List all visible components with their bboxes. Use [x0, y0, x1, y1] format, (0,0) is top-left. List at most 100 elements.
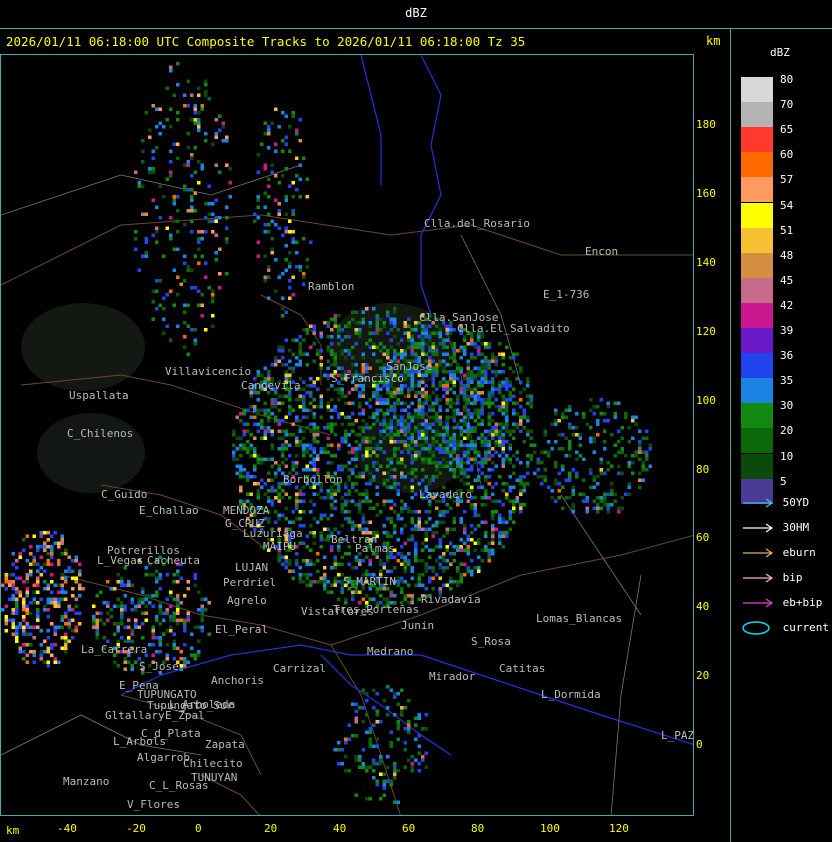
track-arrow-icon [743, 573, 774, 583]
radar-map[interactable]: Clla.del_Rosario Encon E_1-736 Ramblon Clla.… [0, 54, 694, 816]
title-bar: dBZ [0, 0, 832, 29]
place-label: C_Chilenos [67, 427, 133, 440]
radar-map-canvas[interactable]: Clla.del_Rosario Encon E_1-736 Ramblon Clla.… [1, 55, 694, 816]
place-label: MENDOZA [223, 504, 270, 517]
window-title: dBZ [405, 6, 427, 20]
y-tick-label: 40 [696, 600, 710, 614]
colorbar-label: 45 [780, 273, 794, 287]
place-label: S_Rosa [471, 635, 511, 648]
place-label: Lomas_Blancas [536, 612, 622, 625]
place-label: Clla.El_Salvadito [457, 322, 570, 335]
x-tick-label: -20 [126, 822, 146, 835]
colorbar-label: 39 [780, 324, 794, 337]
place-label: Luzuriaga [243, 527, 303, 540]
y-tick-label: 60 [696, 531, 710, 545]
colorbar-label: 36 [780, 349, 794, 363]
y-tick-label: 80 [696, 462, 710, 476]
place-label: Catitas [499, 662, 545, 675]
current-ellipse-icon [742, 621, 770, 635]
track-arrow-icon [743, 498, 774, 508]
y-tick-label: 120 [696, 324, 716, 338]
colorbar-label: 5 [780, 474, 787, 488]
colorbar-swatch [741, 202, 773, 228]
place-label: S_MARTIN [343, 575, 396, 588]
place-label: LUJAN [235, 561, 268, 574]
colorbar-swatch [741, 152, 773, 178]
track-arrow-icon [743, 598, 774, 608]
place-label: Agrelo [227, 594, 267, 607]
legend-title: dBZ [770, 46, 790, 59]
x-tick-label: 60 [402, 822, 416, 835]
y-tick-label: 140 [696, 255, 716, 269]
header-timestamp: 2026/01/11 06:18:00 UTC Composite Tracks… [6, 34, 526, 49]
place-label: V_Flores [127, 798, 180, 811]
colorbar-label: 70 [780, 98, 794, 112]
place-label: L_PAZ [661, 729, 694, 742]
track-legend-label: bip [776, 571, 803, 584]
track-arrow-icon [743, 523, 774, 533]
x-tick-label: 0 [195, 822, 202, 835]
place-label: Cacheuta [147, 554, 200, 567]
colorbar-label: 51 [780, 223, 794, 237]
colorbar-label: 30 [780, 399, 794, 413]
place-label: Carrizal [273, 662, 326, 675]
place-label: Villavicencio [165, 365, 251, 378]
x-tick-label: 80 [471, 822, 485, 835]
place-label: Mirador [429, 670, 476, 683]
place-label: Tupungato_Sur [147, 699, 233, 712]
track-legend-label: eb+bip [776, 596, 823, 609]
place-label: Perdriel [223, 576, 276, 589]
colorbar-swatch [741, 177, 773, 203]
y-tick-label: 0 [696, 738, 703, 752]
km-unit-top: km [706, 34, 721, 48]
track-legend-item: bip [742, 571, 803, 585]
colorbar-label: 60 [780, 148, 794, 162]
place-label: Zapata [205, 738, 245, 751]
x-tick-label: -40 [57, 822, 77, 835]
x-tick-label: 40 [333, 822, 347, 835]
place-label: E_Challao [139, 504, 199, 517]
colorbar-swatch [741, 428, 773, 454]
km-unit-bottom: km [6, 824, 20, 837]
place-label: S_Jose [139, 660, 179, 673]
place-label: L_Vegas [97, 554, 143, 567]
place-label: Palmas [355, 542, 395, 555]
track-legend-item: eburn [742, 546, 816, 560]
colorbar-label: 42 [780, 298, 794, 312]
track-legend-item: eb+bip [742, 596, 822, 610]
track-legend-item: current [742, 621, 829, 635]
place-label: MAIPU [263, 540, 296, 553]
y-tick-label: 180 [696, 118, 716, 131]
colorbar-swatch [741, 277, 773, 303]
colorbar-swatch [741, 252, 773, 278]
place-label: La_Carrera [81, 643, 147, 656]
y-tick-label: 100 [696, 393, 716, 407]
place-label: Manzano [63, 775, 109, 788]
colorbar-label: 80 [780, 73, 794, 86]
place-label: Clla.del_Rosario [424, 217, 530, 230]
place-label: Rivadavia [421, 593, 481, 606]
track-arrow-icon [743, 548, 774, 558]
track-legend-label: eburn [776, 546, 816, 559]
place-label: El_Peral [215, 623, 268, 636]
colorbar-label: 48 [780, 248, 794, 262]
place-label: C_Guido [101, 488, 147, 501]
x-tick-label: 100 [540, 822, 560, 835]
place-label: E_1-736 [543, 288, 589, 301]
colorbar-label: 35 [780, 374, 794, 388]
place-label: Encon [585, 245, 618, 258]
place-label: Junin [401, 619, 434, 632]
place-label: S_Francisco [331, 372, 404, 385]
place-label: Lavadero [419, 488, 472, 501]
track-legend-label: 30HM [776, 521, 810, 534]
track-legend-label: 50YD [776, 496, 810, 509]
colorbar-label: 10 [780, 449, 794, 463]
x-tick-label: 20 [264, 822, 278, 835]
colorbar-swatch [741, 353, 773, 379]
colorbar-label: 54 [780, 198, 794, 212]
place-label: E_Pena [119, 679, 159, 692]
place-label: C_L_Rosas [149, 779, 209, 792]
place-label: Ramblon [308, 280, 354, 293]
place-label: Anchoris [211, 674, 264, 687]
colorbar-swatch [741, 127, 773, 153]
